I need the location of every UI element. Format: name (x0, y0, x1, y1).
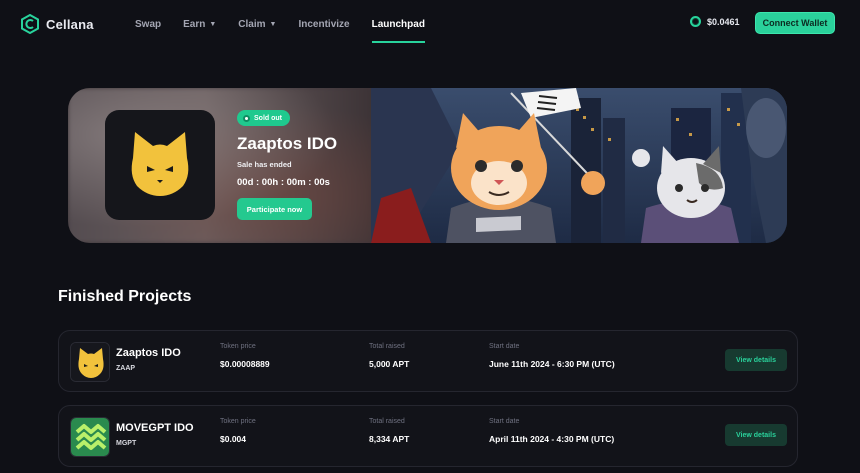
nav-launchpad-label: Launchpad (371, 18, 425, 30)
zaap-cat-icon (71, 343, 109, 381)
status-dot-icon (243, 114, 250, 122)
movegpt-logo-icon (71, 418, 109, 456)
nav-incentivize-label: Incentivize (298, 18, 350, 30)
cellana-logo[interactable]: Cellana (20, 13, 94, 35)
nav-incentivize[interactable]: Incentivize (298, 0, 349, 48)
countdown-timer: 00d : 00h : 00m : 00s (237, 177, 330, 188)
participate-button[interactable]: Participate now (237, 198, 312, 220)
status-badge-label: Sold out (254, 114, 282, 122)
nav-swap[interactable]: Swap (135, 0, 161, 48)
project-name: MOVEGPT IDO (116, 422, 194, 434)
brand-name: Cellana (46, 16, 94, 32)
project-logo (70, 417, 110, 457)
total-raised-label: Total raised (369, 343, 405, 350)
token-price-value: $0.0461 (707, 16, 740, 27)
chevron-down-icon: ▼ (209, 20, 217, 28)
nav-earn[interactable]: Earn ▼ (183, 0, 216, 48)
status-badge: Sold out (237, 110, 290, 126)
total-raised-value: 5,000 APT (369, 359, 410, 369)
start-date-value: June 11th 2024 - 6:30 PM (UTC) (489, 359, 615, 369)
nav-launchpad[interactable]: Launchpad (371, 0, 426, 48)
view-details-button[interactable]: View details (725, 349, 787, 371)
start-date-label: Start date (489, 343, 520, 350)
hero-subtitle: Sale has ended (237, 160, 292, 169)
cellana-logo-icon (21, 14, 39, 34)
project-row[interactable]: Zaaptos IDO ZAAP Token price $0.00008889… (58, 330, 798, 392)
project-symbol: MGPT (116, 440, 137, 447)
start-date-label: Start date (489, 418, 520, 425)
nav-claim-label: Claim (238, 18, 266, 30)
view-details-button[interactable]: View details (725, 424, 787, 446)
token-price-label: Token price (220, 343, 256, 350)
chevron-down-icon: ▼ (269, 20, 277, 28)
total-raised-value: 8,334 APT (369, 434, 410, 444)
start-date-value: April 11th 2024 - 4:30 PM (UTC) (489, 434, 615, 444)
cell-token-icon (690, 16, 701, 27)
hero-title: Zaaptos IDO (237, 134, 338, 153)
nav-claim[interactable]: Claim ▼ (238, 0, 276, 48)
token-price: $0.0461 (690, 16, 740, 27)
nav-earn-label: Earn (183, 18, 206, 30)
launchpad-hero-banner: Sold out Zaaptos IDO Sale has ended 00d … (68, 88, 787, 243)
total-raised-label: Total raised (369, 418, 405, 425)
nav-links: Swap Earn ▼ Claim ▼ Incentivize Launchpa… (135, 0, 447, 48)
project-symbol: ZAAP (116, 365, 136, 372)
zaap-cat-icon (131, 132, 189, 196)
project-row[interactable]: MOVEGPT IDO MGPT Token price $0.004 Tota… (58, 405, 798, 467)
hero-token-logo (105, 110, 215, 220)
connect-wallet-button[interactable]: Connect Wallet (755, 12, 835, 34)
token-price-label: Token price (220, 418, 256, 425)
project-name: Zaaptos IDO (116, 347, 181, 359)
top-nav: Cellana Swap Earn ▼ Claim ▼ Incentivize … (0, 0, 860, 48)
token-price-value: $0.004 (220, 434, 246, 444)
token-price-value: $0.00008889 (220, 359, 270, 369)
cat-protest-illustration (371, 88, 787, 243)
nav-swap-label: Swap (135, 18, 162, 30)
project-logo (70, 342, 110, 382)
finished-projects-title: Finished Projects (58, 288, 192, 305)
